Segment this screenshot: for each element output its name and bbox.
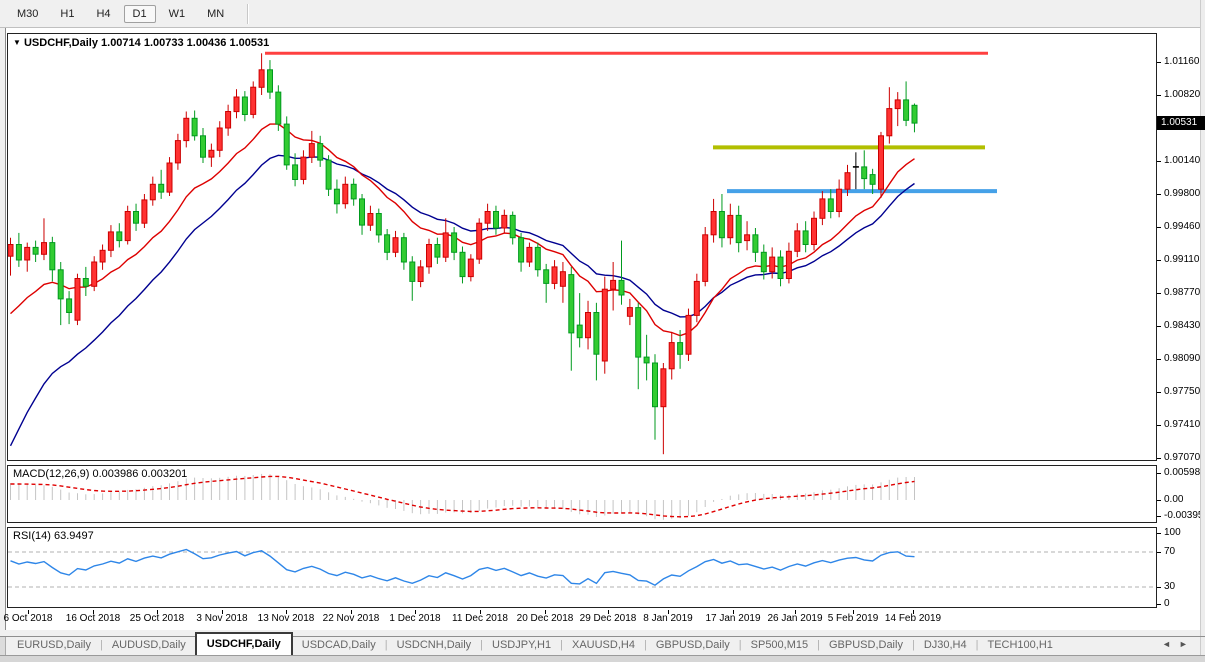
- timeframe-button-w1[interactable]: W1: [160, 5, 195, 23]
- tab-scroll-right-icon[interactable]: ►: [1179, 639, 1196, 649]
- indicator-scale-label: -0.003954: [1164, 510, 1205, 521]
- rsi-value: 63.9497: [54, 530, 94, 542]
- indicator-scale-tick: [1157, 500, 1161, 501]
- chart-ohlc-values: 1.00714 1.00733 1.00436 1.00531: [101, 37, 269, 49]
- mt4-window: { "toolbar": { "timeframes": [ {"label":…: [0, 0, 1205, 661]
- chart-tab-sp500-m15[interactable]: SP500,M15: [742, 637, 817, 655]
- date-label: 17 Jan 2019: [705, 613, 760, 624]
- indicator-scale-tick: [1157, 473, 1161, 474]
- price-tick: [1157, 392, 1161, 393]
- price-tick: [1157, 62, 1161, 63]
- chart-tab-usdjpy-h1[interactable]: USDJPY,H1: [483, 637, 560, 655]
- rsi-name: RSI(14): [13, 530, 51, 542]
- rsi-panel[interactable]: [7, 527, 1157, 608]
- window-edge: [1200, 0, 1205, 661]
- date-label: 1 Dec 2018: [389, 613, 440, 624]
- toolbar-separator: [247, 4, 249, 24]
- indicator-scale-label: 100: [1164, 527, 1181, 538]
- timeframe-toolbar: M30H1H4 D1W1MN: [0, 0, 1205, 28]
- current-price-box: 1.00531: [1157, 116, 1205, 130]
- main-chart-panel[interactable]: [7, 33, 1157, 461]
- chart-tab-usdcad-daily[interactable]: USDCAD,Daily: [293, 637, 385, 655]
- price-label: 0.97410: [1164, 419, 1200, 430]
- indicator-scale-tick: [1157, 604, 1161, 605]
- indicator-scale-label: 0: [1164, 598, 1170, 609]
- chart-tab-usdchf-daily[interactable]: USDCHF,Daily: [195, 632, 293, 655]
- price-tick: [1157, 194, 1161, 195]
- date-label: 6 Oct 2018: [4, 613, 53, 624]
- indicator-scale-label: 70: [1164, 546, 1175, 557]
- macd-name: MACD(12,26,9): [13, 468, 89, 480]
- price-label: 0.98090: [1164, 353, 1200, 364]
- chart-tab-xauusd-h4[interactable]: XAUUSD,H4: [563, 637, 644, 655]
- date-label: 14 Feb 2019: [885, 613, 941, 624]
- timeframe-button-mn[interactable]: MN: [198, 5, 233, 23]
- price-tick: [1157, 227, 1161, 228]
- chart-title[interactable]: ▼ USDCHF,Daily 1.00714 1.00733 1.00436 1…: [13, 37, 269, 49]
- date-label: 11 Dec 2018: [452, 613, 508, 624]
- timeframe-button-h1[interactable]: H1: [51, 5, 83, 23]
- indicator-scale-tick: [1157, 516, 1161, 517]
- date-label: 22 Nov 2018: [323, 613, 380, 624]
- price-label: 1.00820: [1164, 89, 1200, 100]
- chart-symbol-label: USDCHF,Daily: [24, 37, 98, 49]
- date-label: 29 Dec 2018: [580, 613, 637, 624]
- date-label: 13 Nov 2018: [258, 613, 315, 624]
- chart-tabbar: EURUSD,Daily|AUDUSD,DailyUSDCHF,DailyUSD…: [8, 632, 1062, 655]
- price-tick: [1157, 425, 1161, 426]
- date-label: 20 Dec 2018: [517, 613, 574, 624]
- chart-tab-eurusd-daily[interactable]: EURUSD,Daily: [8, 637, 100, 655]
- price-label: 0.99800: [1164, 188, 1200, 199]
- date-label: 5 Feb 2019: [828, 613, 879, 624]
- macd-indicator-label: MACD(12,26,9) 0.003986 0.003201: [13, 468, 187, 480]
- price-tick: [1157, 260, 1161, 261]
- price-label: 0.98770: [1164, 287, 1200, 298]
- chart-tab-tech100-h1[interactable]: TECH100,H1: [978, 637, 1061, 655]
- indicator-scale-label: 30: [1164, 581, 1175, 592]
- price-tick: [1157, 161, 1161, 162]
- price-tick: [1157, 359, 1161, 360]
- rsi-indicator-label: RSI(14) 63.9497: [13, 530, 94, 542]
- main-chart-canvas[interactable]: [7, 33, 1157, 461]
- timeframe-button-d1[interactable]: D1: [124, 5, 156, 23]
- indicator-scale-label: 0.005985: [1164, 467, 1205, 478]
- price-tick: [1157, 95, 1161, 96]
- chart-tab-audusd-daily[interactable]: AUDUSD,Daily: [103, 637, 195, 655]
- date-label: 26 Jan 2019: [767, 613, 822, 624]
- date-label: 3 Nov 2018: [196, 613, 247, 624]
- indicator-scale-label: 0.00: [1164, 494, 1183, 505]
- chart-tab-gbpusd-daily[interactable]: GBPUSD,Daily: [820, 637, 912, 655]
- chart-dropdown-arrow-icon[interactable]: ▼: [13, 38, 21, 47]
- price-label: 0.98430: [1164, 320, 1200, 331]
- price-label: 0.99110: [1164, 254, 1199, 265]
- price-tick: [1157, 458, 1161, 459]
- price-label: 1.01160: [1164, 56, 1199, 67]
- price-label: 0.99460: [1164, 221, 1200, 232]
- chart-tab-usdcnh-daily[interactable]: USDCNH,Daily: [388, 637, 481, 655]
- timeframe-button-h4[interactable]: H4: [87, 5, 119, 23]
- indicator-scale-tick: [1157, 533, 1161, 534]
- timeframe-button-m30[interactable]: M30: [8, 5, 47, 23]
- price-tick: [1157, 326, 1161, 327]
- price-label: 0.97070: [1164, 452, 1200, 463]
- price-label: 0.97750: [1164, 386, 1200, 397]
- price-tick: [1157, 293, 1161, 294]
- rsi-canvas[interactable]: [7, 527, 1157, 608]
- indicator-scale-tick: [1157, 587, 1161, 588]
- date-label: 16 Oct 2018: [66, 613, 120, 624]
- chart-tab-dj30-h4[interactable]: DJ30,H4: [915, 637, 976, 655]
- chart-tab-gbpusd-daily[interactable]: GBPUSD,Daily: [647, 637, 739, 655]
- date-label: 25 Oct 2018: [130, 613, 184, 624]
- indicator-scale-tick: [1157, 552, 1161, 553]
- date-label: 8 Jan 2019: [643, 613, 693, 624]
- price-label: 1.00140: [1164, 155, 1200, 166]
- macd-values: 0.003986 0.003201: [92, 468, 187, 480]
- tab-scroll-left-icon[interactable]: ◄: [1162, 639, 1179, 649]
- tabbar-notch: [0, 637, 6, 655]
- tab-scroll-arrows: ◄►: [1162, 639, 1196, 649]
